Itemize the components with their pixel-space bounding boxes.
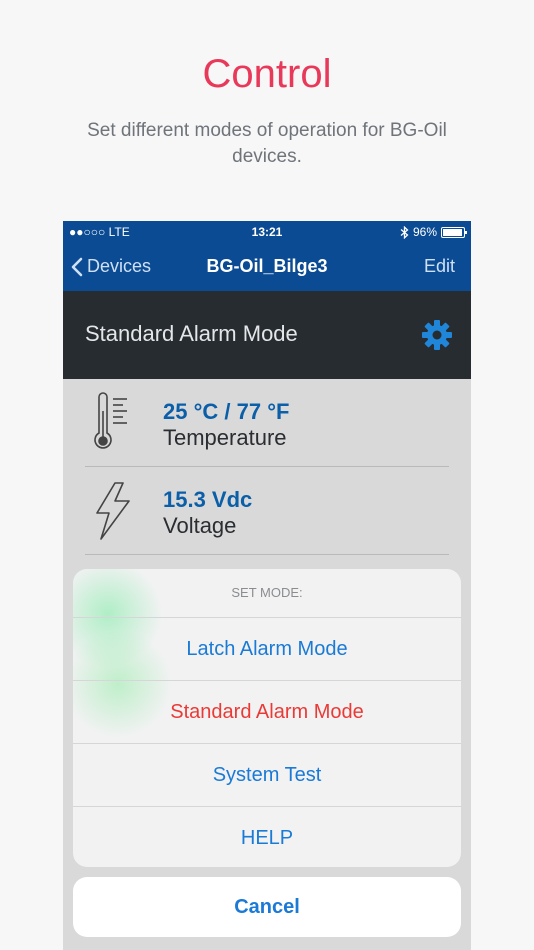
status-bar: ●●○○○ LTE 13:21 96% bbox=[63, 221, 471, 243]
nav-title: BG-Oil_Bilge3 bbox=[206, 256, 328, 276]
voltage-label: Voltage bbox=[163, 513, 237, 538]
lightning-icon bbox=[96, 482, 130, 540]
action-sheet-title: SET MODE: bbox=[73, 569, 461, 618]
status-right: 96% bbox=[400, 225, 467, 239]
promo-subtitle: Set different modes of operation for BG-… bbox=[87, 120, 447, 167]
battery-percent: 96% bbox=[412, 225, 437, 239]
navigation-bar: Devices BG-Oil_Bilge3 Edit bbox=[63, 243, 471, 291]
cancel-button[interactable]: Cancel bbox=[73, 877, 461, 937]
battery-icon bbox=[441, 226, 467, 238]
temperature-label: Temperature bbox=[163, 425, 287, 450]
thermometer-icon bbox=[94, 392, 127, 449]
temperature-value: 25 °C / 77 °F bbox=[163, 399, 290, 424]
bluetooth-icon bbox=[400, 225, 409, 239]
reading-row-temperature: 25 °C / 77 °F Temperature bbox=[63, 379, 471, 467]
row-divider bbox=[85, 554, 449, 555]
action-sheet: SET MODE: Latch Alarm Mode Standard Alar… bbox=[73, 569, 461, 867]
standard-alarm-mode-button[interactable]: Standard Alarm Mode bbox=[73, 681, 461, 744]
system-test-button[interactable]: System Test bbox=[73, 744, 461, 807]
voltage-value: 15.3 Vdc bbox=[163, 487, 253, 512]
promo-title: Control bbox=[202, 52, 332, 96]
current-mode-bar: Standard Alarm Mode bbox=[63, 291, 471, 379]
gear-icon[interactable] bbox=[421, 319, 453, 351]
reading-row-voltage: 15.3 Vdc Voltage bbox=[63, 467, 471, 555]
current-mode-label: Standard Alarm Mode bbox=[85, 321, 298, 346]
phone-screen: ●●○○○ LTE 13:21 96% Devices BG-Oil_Bilge… bbox=[63, 221, 471, 950]
latch-alarm-mode-button[interactable]: Latch Alarm Mode bbox=[73, 618, 461, 681]
help-button[interactable]: HELP bbox=[73, 807, 461, 867]
edit-button[interactable]: Edit bbox=[424, 256, 455, 277]
